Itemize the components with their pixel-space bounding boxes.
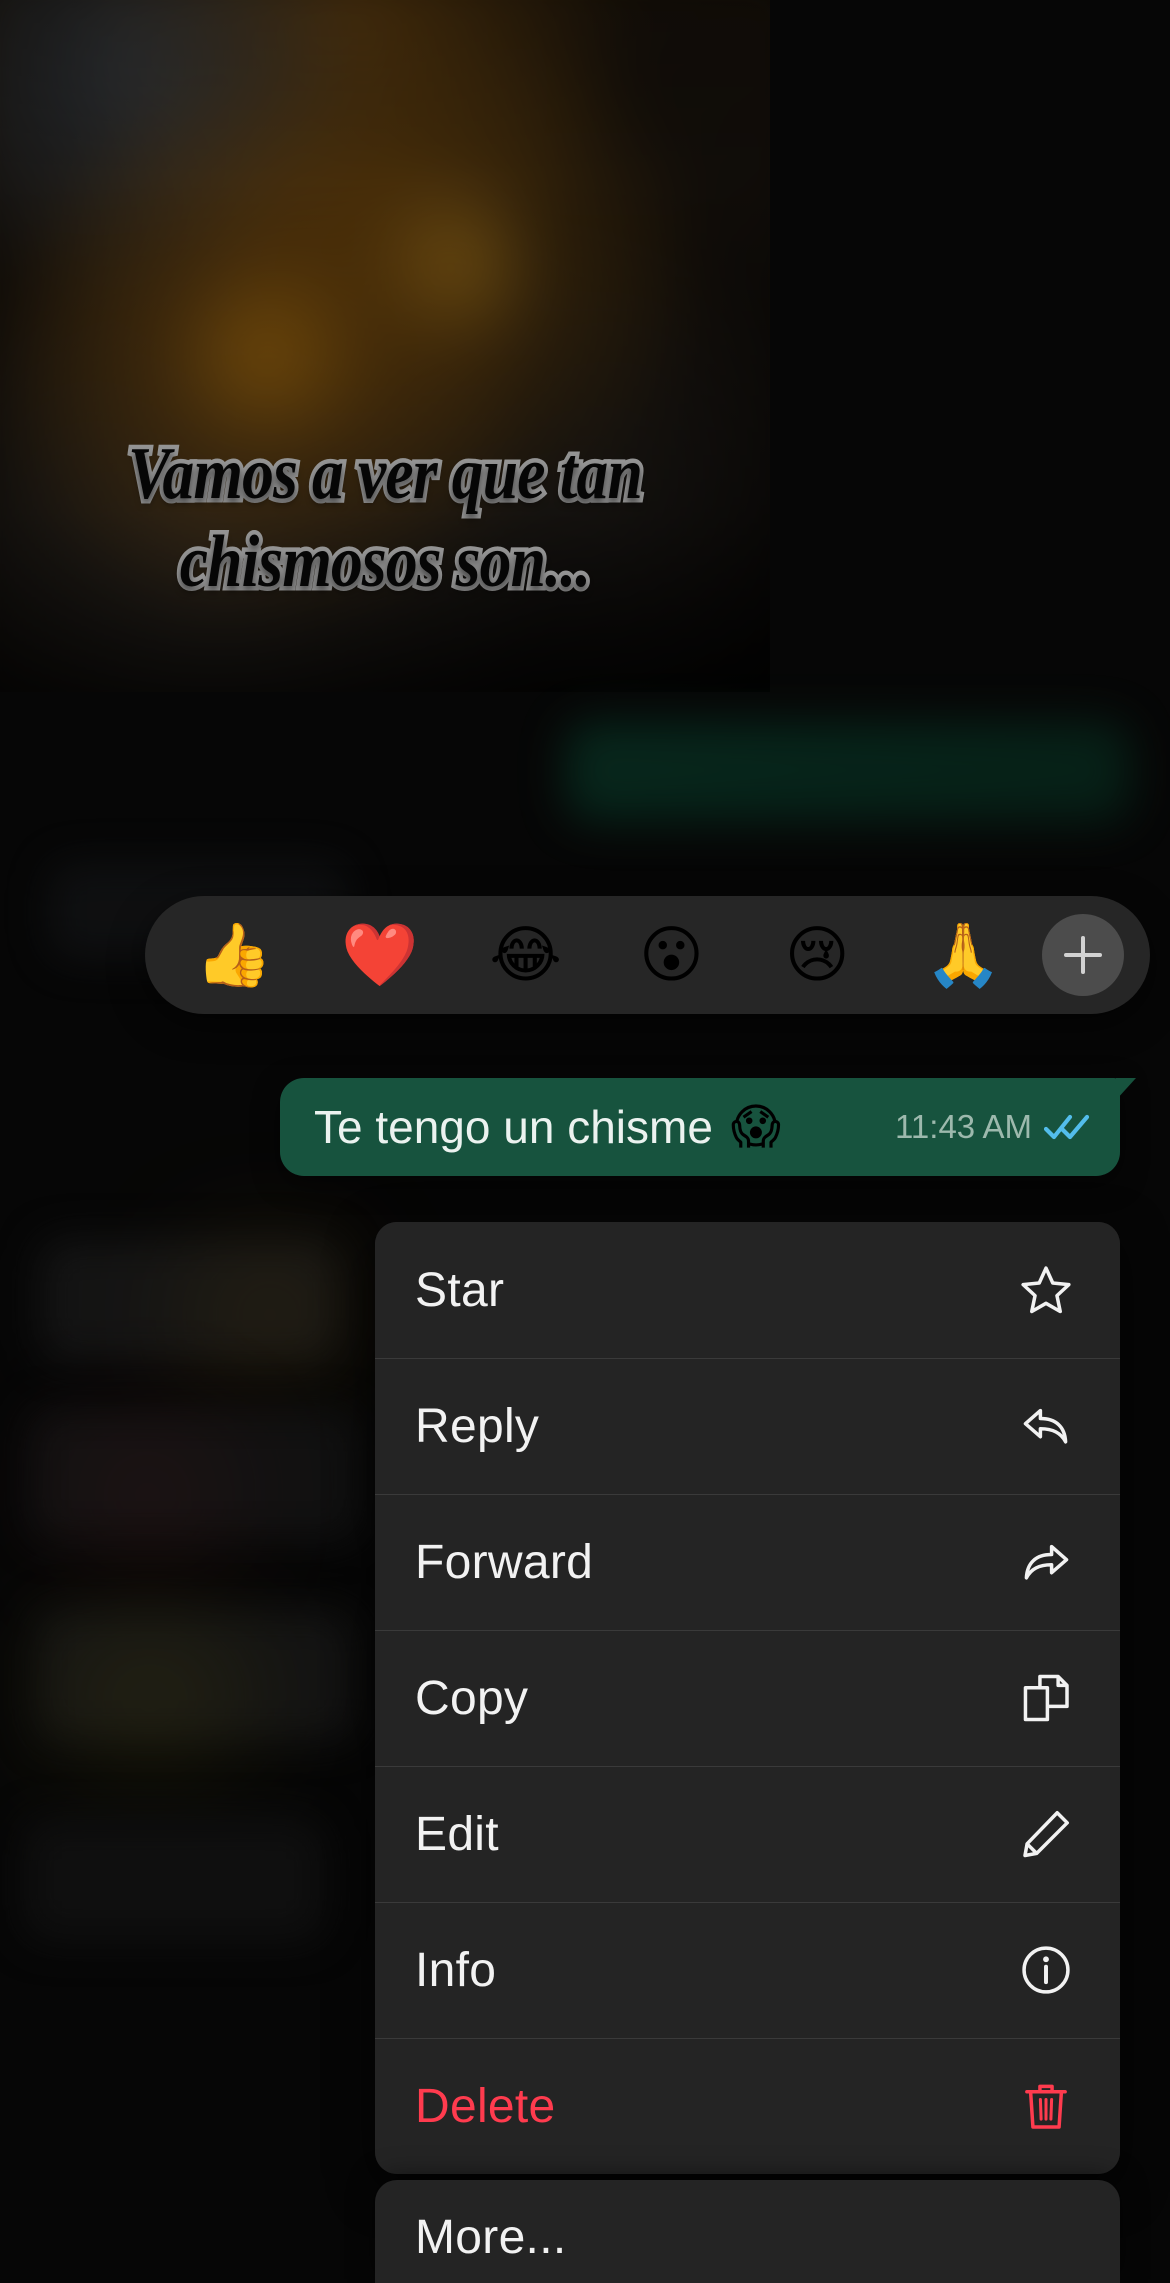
menu-item-label: Edit [415,1807,499,1861]
reaction-thumbs-up-emoji[interactable]: 👍 [161,924,307,986]
whatsapp-chat-screen: Vamos a ver que tan chismosos son... 👍 ❤… [0,0,1170,2283]
menu-item-more[interactable]: More... [375,2180,1120,2283]
trash-icon [1018,2078,1074,2134]
info-icon [1018,1942,1074,1998]
reaction-crying-face-emoji[interactable]: 😢 [744,924,890,986]
message-text: Te tengo un chisme [314,1101,713,1153]
add-reaction-plus-icon[interactable] [1041,914,1124,996]
menu-item-copy[interactable]: Copy [375,1630,1120,1766]
reaction-pill: 👍 ❤️ 😂 😮 😢 🙏 [145,896,1150,1014]
menu-item-label: Forward [415,1535,594,1589]
pencil-icon [1018,1806,1074,1862]
reaction-tears-of-joy-emoji[interactable]: 😂 [453,924,599,986]
copy-icon [1018,1670,1074,1726]
menu-item-star[interactable]: Star [375,1222,1120,1358]
forward-icon [1018,1534,1074,1590]
reaction-red-heart-emoji[interactable]: ❤️ [307,924,453,986]
screaming-face-emoji: 😱 [730,1099,781,1155]
menu-item-label: Info [415,1943,497,1997]
reaction-folded-hands-emoji[interactable]: 🙏 [890,924,1036,986]
read-receipt-double-check-icon [1043,1112,1090,1142]
menu-item-delete[interactable]: Delete [375,2038,1120,2174]
menu-item-forward[interactable]: Forward [375,1494,1120,1630]
menu-item-info[interactable]: Info [375,1902,1120,2038]
message-meta: 11:43 AM [869,1108,1090,1146]
star-icon [1018,1262,1074,1318]
message-context-menu: Star Reply Forward Copy Edit Info Delete [375,1222,1120,2174]
menu-item-label: More... [415,2211,567,2264]
menu-item-reply[interactable]: Reply [375,1358,1120,1494]
reply-icon [1018,1398,1074,1454]
message-timestamp: 11:43 AM [895,1108,1032,1145]
reaction-open-mouth-emoji[interactable]: 😮 [598,924,744,986]
selected-message-bubble[interactable]: Te tengo un chisme 😱 11:43 AM [280,1078,1136,1176]
menu-item-label: Reply [415,1399,540,1453]
menu-item-edit[interactable]: Edit [375,1766,1120,1902]
menu-item-label: Star [415,1263,505,1317]
menu-item-label: Delete [415,2079,556,2133]
menu-item-label: Copy [415,1671,529,1725]
